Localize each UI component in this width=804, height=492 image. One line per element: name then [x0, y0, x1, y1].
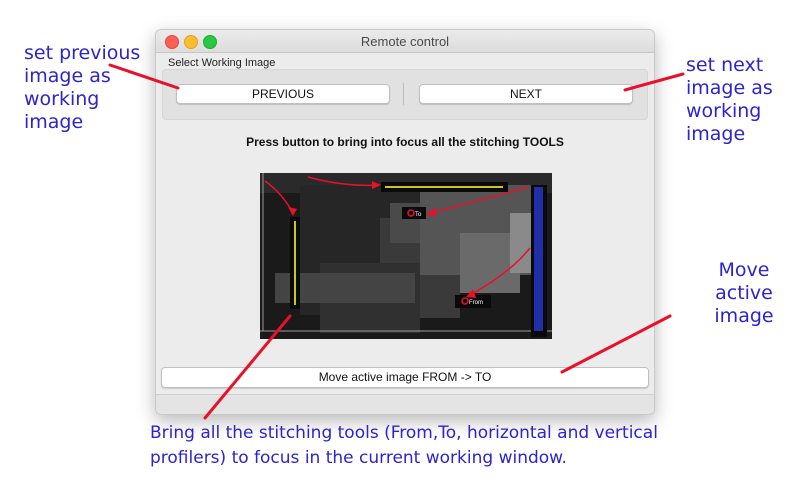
remote-control-window: Remote control Select Working Image PREV… [155, 29, 655, 415]
previous-button[interactable]: PREVIOUS [176, 84, 390, 104]
select-working-image-label: Select Working Image [168, 57, 276, 69]
annotation-previous: set previous image as working image [24, 42, 141, 133]
preview-image: To From [260, 173, 552, 339]
annotation-next: set next image as working image [686, 54, 773, 145]
move-active-image-button[interactable]: Move active image FROM -> TO [161, 367, 649, 388]
marker-from-label: From [469, 300, 483, 306]
button-divider [403, 83, 404, 105]
title-bar: Remote control [156, 30, 654, 53]
next-button[interactable]: NEXT [419, 84, 633, 104]
instruction-text: Press button to bring into focus all the… [246, 135, 564, 149]
window-title: Remote control [360, 34, 450, 49]
annotation-focus: Bring all the stitching tools (From,To, … [150, 423, 658, 468]
status-bar [156, 394, 654, 414]
stitching-tools-preview-button[interactable]: To From [260, 173, 552, 339]
annotation-move: Move active image [714, 259, 774, 327]
marker-to-label: To [415, 212, 422, 218]
